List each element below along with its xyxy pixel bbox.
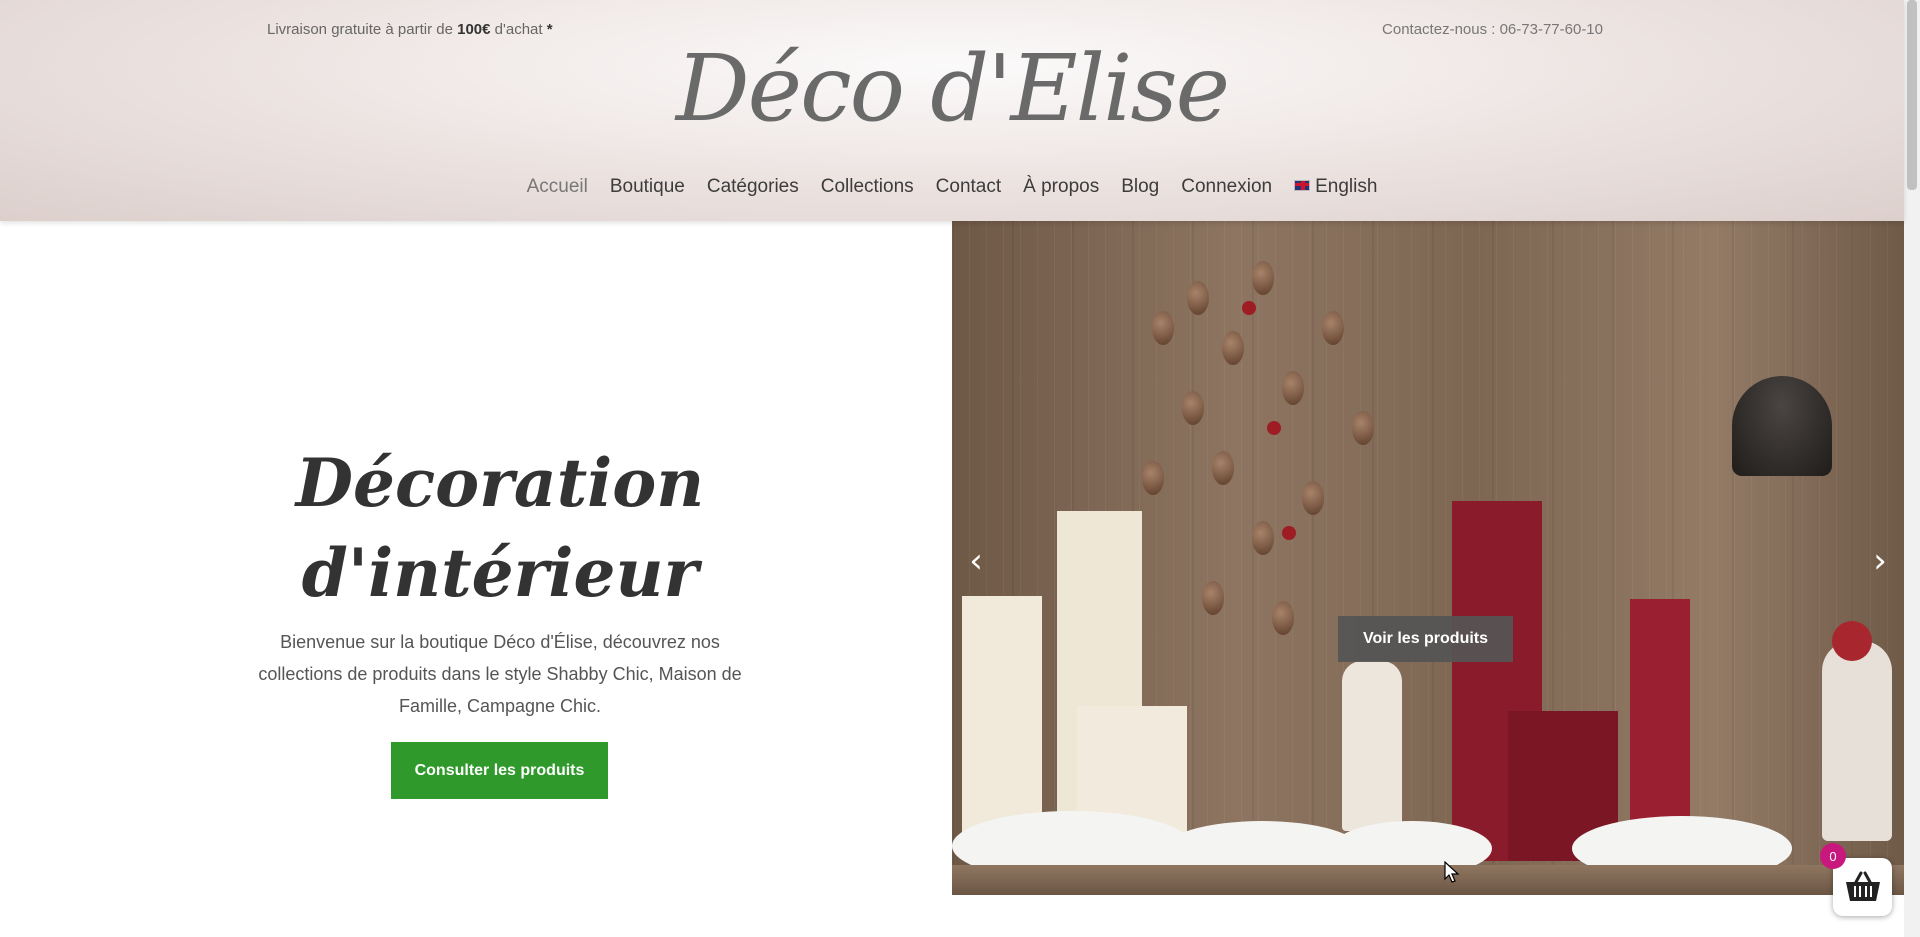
nav-item-english[interactable]: English xyxy=(1294,176,1377,198)
shipping-asterisk: * xyxy=(546,21,553,38)
nav-item-contact[interactable]: Contact xyxy=(936,176,1001,198)
slider-next-button[interactable]: › xyxy=(1860,536,1900,586)
site-header: Livraison gratuite à partir de 100€ d'ac… xyxy=(0,0,1904,221)
basket-icon xyxy=(1845,871,1880,901)
nav-item-accueil[interactable]: Accueil xyxy=(527,176,588,198)
uk-flag-icon xyxy=(1294,180,1311,191)
nav-item-collections[interactable]: Collections xyxy=(821,176,914,198)
decor-shape xyxy=(1222,331,1244,365)
page-scrollbar[interactable] xyxy=(1904,0,1920,937)
chevron-right-icon: › xyxy=(1873,541,1887,581)
nav-item-boutique[interactable]: Boutique xyxy=(610,176,685,198)
slider-prev-button[interactable]: ‹ xyxy=(956,536,996,586)
main-nav: Accueil Boutique Catégories Collections … xyxy=(0,176,1904,198)
shipping-prefix: Livraison gratuite à partir de xyxy=(267,21,458,38)
decor-shape xyxy=(1252,521,1274,555)
decor-shape xyxy=(1142,461,1164,495)
decor-shape xyxy=(1272,601,1294,635)
mouse-cursor-icon xyxy=(1444,861,1460,883)
hero-description: Bienvenue sur la boutique Déco d'Élise, … xyxy=(258,632,742,716)
cart-button[interactable] xyxy=(1833,858,1892,916)
decor-shape xyxy=(952,865,1904,895)
decor-shape xyxy=(1267,421,1281,435)
decor-shape xyxy=(1342,661,1402,831)
decor-shape xyxy=(1302,481,1324,515)
decor-shape xyxy=(1832,621,1872,661)
hero-title-line-2: d'intérieur xyxy=(301,534,699,612)
decor-shape xyxy=(1352,411,1374,445)
language-label: English xyxy=(1315,176,1378,197)
cart-count-badge: 0 xyxy=(1820,843,1846,869)
shipping-suffix: d'achat xyxy=(490,21,547,38)
nav-item-connexion[interactable]: Connexion xyxy=(1181,176,1272,198)
decor-shape xyxy=(1202,581,1224,615)
decor-shape xyxy=(1182,391,1204,425)
consult-products-button[interactable]: Consulter les produits xyxy=(391,742,608,799)
hero-title: Décoration d'intérieur xyxy=(200,438,800,618)
chevron-left-icon: ‹ xyxy=(969,541,983,581)
scrollbar-thumb[interactable] xyxy=(1907,0,1917,190)
decor-shape xyxy=(1322,311,1344,345)
decor-shape xyxy=(1282,371,1304,405)
contact-phone: Contactez-nous : 06-73-77-60-10 xyxy=(1382,21,1603,38)
view-products-button[interactable]: Voir les produits xyxy=(1338,616,1513,662)
hero-title-line-1: Décoration xyxy=(295,444,705,522)
nav-item-a-propos[interactable]: À propos xyxy=(1023,176,1099,198)
decor-shape xyxy=(1822,641,1892,841)
nav-item-blog[interactable]: Blog xyxy=(1121,176,1159,198)
decor-shape xyxy=(1212,451,1234,485)
hero-slider[interactable]: ‹ › Voir les produits xyxy=(952,221,1904,895)
decor-shape xyxy=(1252,261,1274,295)
decor-shape xyxy=(1152,311,1174,345)
free-shipping-notice: Livraison gratuite à partir de 100€ d'ac… xyxy=(267,21,553,38)
decor-shape xyxy=(1242,301,1256,315)
decor-shape xyxy=(1732,376,1832,476)
site-logo[interactable]: Déco d'Elise xyxy=(0,38,1904,139)
shipping-amount: 100€ xyxy=(457,21,491,38)
decor-shape xyxy=(1282,526,1296,540)
decor-shape xyxy=(1187,281,1209,315)
nav-item-categories[interactable]: Catégories xyxy=(707,176,799,198)
